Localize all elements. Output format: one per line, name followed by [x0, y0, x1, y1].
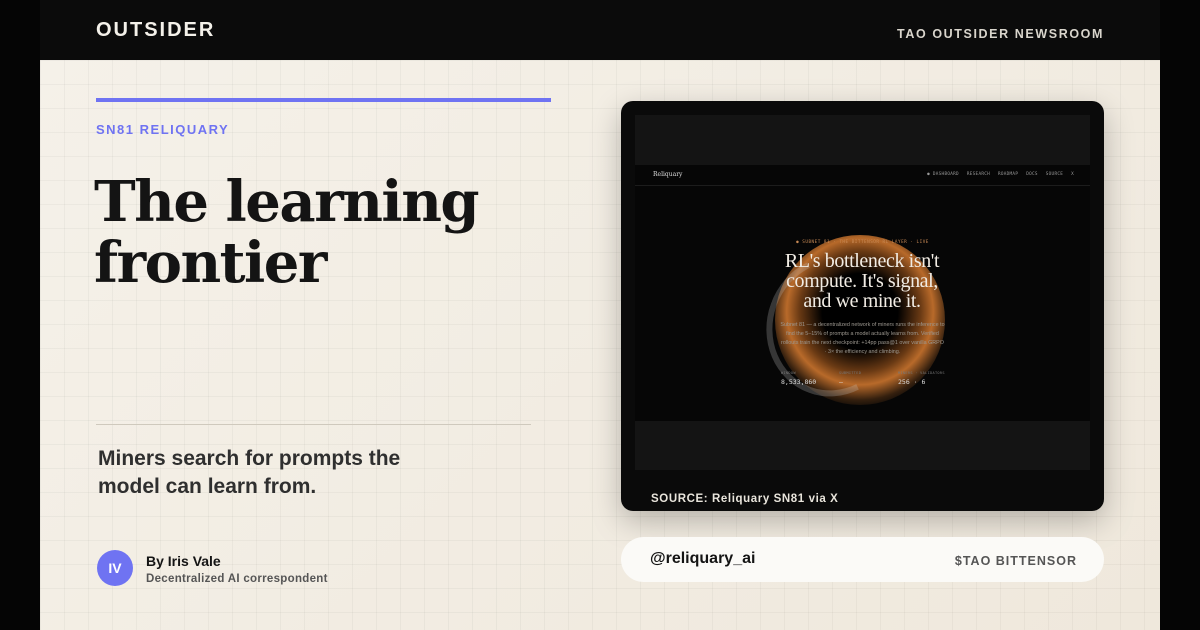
embedded-body: Subnet 81 — a decentralized network of m…	[780, 322, 945, 355]
embedded-nav-link: ● DASHBOARD	[927, 172, 959, 177]
embedded-title: RL's bottleneck isn't compute. It's sign…	[784, 250, 940, 312]
kicker: SN81 RELIQUARY	[96, 122, 230, 137]
top-bar: OUTSIDER TAO OUTSIDER NEWSROOM	[40, 0, 1160, 60]
source-caption: SOURCE: Reliquary SN81 via X	[651, 493, 839, 505]
stat-value: 256 · 6	[898, 378, 926, 386]
stat-value: —	[839, 378, 843, 386]
newsroom-label: TAO OUTSIDER NEWSROOM	[897, 27, 1104, 41]
divider	[96, 424, 531, 425]
byline: By Iris Vale	[146, 553, 221, 569]
embedded-nav-link: SOURCE	[1045, 172, 1064, 177]
author-role: Decentralized AI correspondent	[146, 573, 328, 585]
brand-logo[interactable]: OUTSIDER	[96, 19, 215, 42]
embedded-nav-link: ROADMAP	[998, 172, 1019, 177]
stat-submitted: SUBMITTED —	[839, 371, 861, 386]
stat-label: SUBMITTED	[839, 371, 862, 375]
embedded-logo: Reliquary	[653, 171, 683, 178]
screenshot-card: Reliquary ● DASHBOARD RESEARCH ROADMAP D…	[621, 101, 1104, 511]
headline: The learning frontier	[94, 169, 480, 296]
ticker-tag: $TAO BITTENSOR	[954, 554, 1077, 568]
stat-label: MINERS · VALIDATORS	[898, 371, 945, 375]
embedded-stats: WINDOW 8,533,860 SUBMITTED — MINERS · VA…	[781, 371, 946, 397]
embedded-nav-links: ● DASHBOARD RESEARCH ROADMAP DOCS SOURCE…	[927, 172, 1074, 177]
screenshot-frame: Reliquary ● DASHBOARD RESEARCH ROADMAP D…	[635, 115, 1090, 470]
embedded-eyebrow: ● SUBNET 81 · THE BITTENSOR RL LAYER · L…	[796, 240, 929, 245]
stat-value: 8,533,860	[781, 378, 817, 386]
embedded-nav-link: X	[1071, 172, 1074, 177]
social-bar: @reliquary_ai $TAO BITTENSOR	[621, 537, 1104, 582]
stat-miners-validators: MINERS · VALIDATORS 256 · 6	[898, 371, 945, 386]
stat-window: WINDOW 8,533,860	[781, 371, 816, 386]
embedded-nav-link: RESEARCH	[966, 172, 990, 177]
social-handle[interactable]: @reliquary_ai	[650, 550, 755, 568]
dek: Miners search for prompts the model can …	[98, 447, 401, 498]
embedded-website: Reliquary ● DASHBOARD RESEARCH ROADMAP D…	[635, 165, 1090, 421]
accent-bar	[96, 98, 551, 102]
avatar: IV	[97, 550, 133, 586]
embedded-nav: Reliquary ● DASHBOARD RESEARCH ROADMAP D…	[635, 165, 1090, 186]
stat-label: WINDOW	[781, 371, 796, 375]
embedded-nav-link: DOCS	[1026, 172, 1038, 177]
